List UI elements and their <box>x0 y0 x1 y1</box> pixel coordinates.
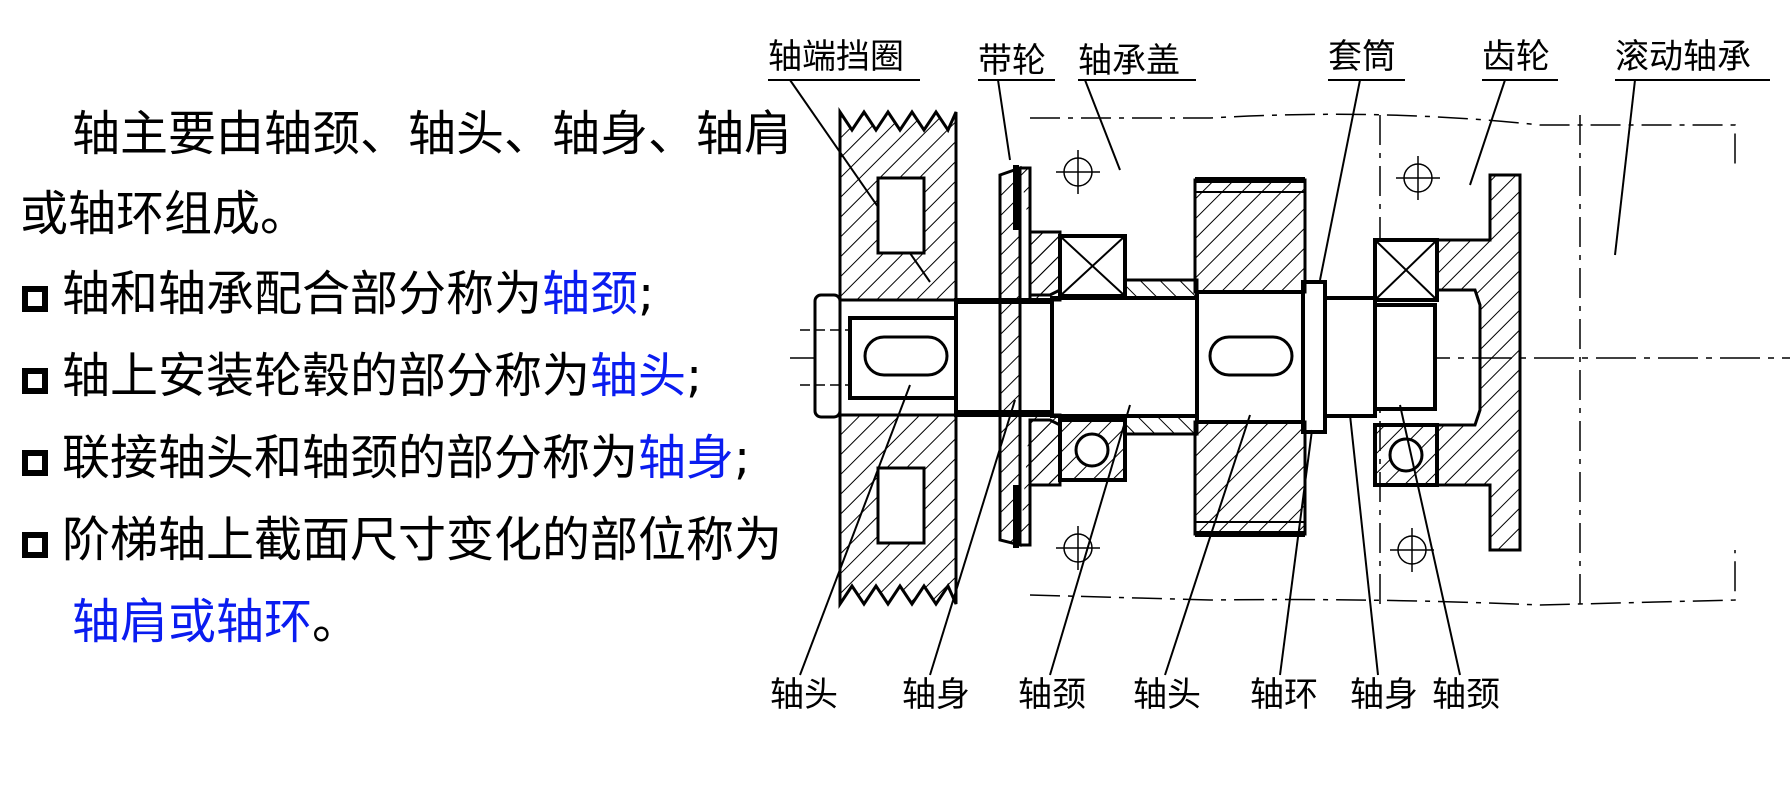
highlight-term: 轴头 <box>590 348 687 404</box>
bullet-text: 阶梯轴上截面尺寸变化的部位称为 <box>62 512 783 568</box>
label-shaft-end-retainer: 轴端挡圈 <box>768 37 904 77</box>
highlight-term: 轴身 <box>638 430 735 486</box>
bullet-text: 轴和轴承配合部分称为 <box>62 266 543 322</box>
bullet-end: ; <box>686 348 703 404</box>
bullet-end: 。 <box>312 594 361 650</box>
square-bullet-icon <box>22 532 48 558</box>
label-shaft-body-right: 轴身 <box>1350 675 1418 715</box>
bullet-text: 轴上安装轮毂的部分称为 <box>62 348 591 404</box>
label-shaft-body-left: 轴身 <box>902 675 970 715</box>
square-bullet-icon <box>22 450 48 476</box>
explanation-panel: 轴主要由轴颈、轴头、轴身、轴肩 或轴环组成。 轴和轴承配合部分称为轴颈; 轴上安… <box>0 0 792 810</box>
bullet-end: ; <box>734 430 751 486</box>
bullet-item-journal: 轴和轴承配合部分称为轴颈; <box>22 266 654 322</box>
square-bullet-icon <box>22 286 48 312</box>
bullet-end: ; <box>638 266 655 322</box>
intro-line-1: 轴主要由轴颈、轴头、轴身、轴肩 <box>72 106 793 162</box>
bullet-item-shoulder: 阶梯轴上截面尺寸变化的部位称为 <box>22 512 782 568</box>
highlight-term: 轴肩或轴环 <box>72 594 313 650</box>
bottom-labels: 轴头 轴身 轴颈 轴头 轴环 轴身 轴颈 <box>770 675 1500 715</box>
label-gear: 齿轮 <box>1482 37 1550 77</box>
label-rolling-bearing: 滚动轴承 <box>1615 37 1751 77</box>
highlight-term: 轴颈 <box>542 266 639 322</box>
label-bearing-cover: 轴承盖 <box>1078 41 1180 81</box>
bullet-item-shoulder-cont: 轴肩或轴环。 <box>72 594 360 650</box>
label-sleeve: 套筒 <box>1328 37 1396 77</box>
keyway-left <box>863 335 949 377</box>
label-journal-left: 轴颈 <box>1018 675 1086 715</box>
right-bearing-cover <box>1435 173 1522 552</box>
square-bullet-icon <box>22 368 48 394</box>
label-pulley: 带轮 <box>978 41 1046 81</box>
label-shaft-collar: 轴环 <box>1250 675 1318 715</box>
label-journal-right: 轴颈 <box>1432 675 1500 715</box>
label-shaft-head-right: 轴头 <box>1133 675 1201 715</box>
bullet-item-body: 联接轴头和轴颈的部分称为轴身; <box>22 430 750 486</box>
top-labels: 轴端挡圈 带轮 轴承盖 套筒 齿轮 滚动轴承 <box>768 37 1770 81</box>
label-shaft-head-left: 轴头 <box>770 675 838 715</box>
bullet-item-head: 轴上安装轮毂的部分称为轴头; <box>22 348 702 404</box>
intro-line-2: 或轴环组成。 <box>20 186 309 242</box>
keyway-right <box>1208 335 1294 377</box>
shaft-assembly-diagram: 轴端挡圈 带轮 轴承盖 套筒 齿轮 滚动轴承 轴头 轴身 轴颈 轴头 轴环 轴身… <box>768 37 1790 715</box>
bullet-text: 联接轴头和轴颈的部分称为 <box>62 430 639 486</box>
shaft-main-segments <box>954 280 1437 434</box>
